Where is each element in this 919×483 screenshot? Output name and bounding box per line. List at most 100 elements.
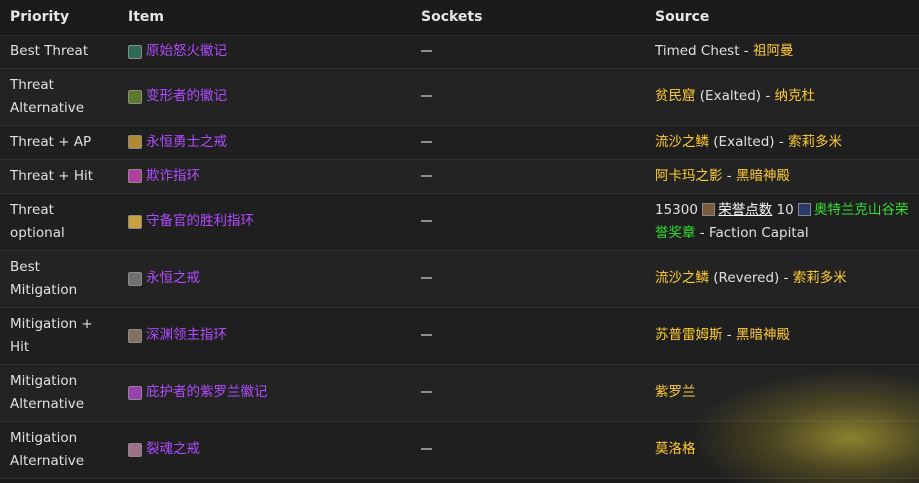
no-sockets-dash xyxy=(421,140,432,143)
item-link[interactable]: 裂魂之戒 xyxy=(146,438,200,461)
sockets-cell xyxy=(411,250,645,307)
ring-icon[interactable] xyxy=(128,328,142,343)
marks-cost: 10 xyxy=(776,201,794,218)
item-cell: 庇护者的紫罗兰徽记 xyxy=(118,364,411,421)
priority-cell: Threat + AP xyxy=(10,133,92,150)
source-cell: 贫民窟 (Exalted) - 纳克杜 xyxy=(645,68,919,125)
source-cell: 15300 荣誉点数 10 奥特兰克山谷荣誉奖章 - Faction Capit… xyxy=(645,193,919,250)
source-cell: 紫罗兰 xyxy=(645,364,919,421)
sockets-cell xyxy=(411,307,645,364)
table-row: Threat Alternative 变形者的徽记 贫民窟 (Exalted) - … xyxy=(0,68,919,125)
source-label: Timed Chest - xyxy=(655,43,753,59)
item-link[interactable]: 庇护者的紫罗兰徽记 xyxy=(146,381,268,404)
zone-link[interactable]: 索莉多米 xyxy=(793,270,847,286)
item-link[interactable]: 深渊领主指环 xyxy=(146,324,227,347)
ring-icon[interactable] xyxy=(128,214,142,229)
priority-cell: Mitigation Alternative xyxy=(10,372,85,412)
reputation-level: (Exalted) - xyxy=(709,133,788,150)
header-sockets[interactable]: Sockets xyxy=(411,0,645,36)
source-cell: 流沙之鳞 (Revered) - 索莉多米 xyxy=(645,250,919,307)
item-cell: 永恒之戒 xyxy=(118,250,411,307)
item-link[interactable]: 欺诈指环 xyxy=(146,165,200,188)
no-sockets-dash xyxy=(421,391,432,393)
item-link[interactable]: 永恒勇士之戒 xyxy=(146,131,227,154)
item-link[interactable]: 变形者的徽记 xyxy=(146,85,227,108)
zone-link[interactable]: 祖阿曼 xyxy=(753,43,794,59)
ring-icon[interactable] xyxy=(128,169,142,183)
table-row: Mitigation Alternative 庇护者的紫罗兰徽记 紫罗兰 xyxy=(0,364,919,421)
separator: - xyxy=(722,167,736,184)
trinket-icon[interactable] xyxy=(128,44,142,59)
sockets-cell xyxy=(411,35,645,68)
trinket-icon[interactable] xyxy=(128,89,142,104)
table-row: Best Mitigation 永恒之戒 流沙之鳞 (Revered) - 索莉多米 xyxy=(0,250,919,307)
zone-link[interactable]: 索莉多米 xyxy=(788,134,842,150)
no-sockets-dash xyxy=(421,174,432,177)
priority-cell: Threat + Hit xyxy=(10,167,94,184)
ring-icon[interactable] xyxy=(128,135,142,149)
item-cell: 欺诈指环 xyxy=(118,159,411,193)
item-cell: 原始怒火徽记 xyxy=(118,35,411,68)
priority-cell: Threat Alternative xyxy=(10,76,85,116)
no-sockets-dash xyxy=(421,95,432,97)
table-row: Mitigation + Hit 深渊领主指环 苏普雷姆斯 - 黑暗神殿 xyxy=(0,307,919,364)
sockets-cell xyxy=(411,159,645,193)
reputation-level: (Revered) - xyxy=(709,270,793,286)
item-cell: 裂魂之戒 xyxy=(118,421,411,478)
item-cell: 深渊领主指环 xyxy=(118,307,411,364)
boss-link[interactable]: 阿卡玛之影 xyxy=(655,168,723,184)
source-cell: 苏普雷姆斯 - 黑暗神殿 xyxy=(645,307,919,364)
table-row: Threat optional 守备官的胜利指环 15300 荣誉点数 10 奥特兰… xyxy=(0,193,919,250)
separator: - xyxy=(722,327,736,343)
table-row: Best Threat 原始怒火徽记 Timed Chest - 祖阿曼 xyxy=(0,35,919,68)
alterac-mark-icon xyxy=(798,202,812,216)
priority-cell: Best Mitigation xyxy=(10,258,78,298)
sockets-cell xyxy=(411,125,645,159)
source-link[interactable]: 莫洛格 xyxy=(655,441,696,457)
source-link[interactable]: 紫罗兰 xyxy=(655,384,696,400)
ring-icon[interactable] xyxy=(128,442,142,457)
header-source[interactable]: Source xyxy=(645,0,919,36)
item-link[interactable]: 原始怒火徽记 xyxy=(146,40,227,63)
no-sockets-dash xyxy=(421,220,432,222)
table-header-row: Priority Item Sockets Source xyxy=(0,0,919,36)
honor-cost: 15300 xyxy=(655,201,698,218)
no-sockets-dash xyxy=(421,448,432,450)
no-sockets-dash xyxy=(421,334,432,336)
source-cell: 阿卡玛之影 - 黑暗神殿 xyxy=(645,159,919,193)
honor-icon xyxy=(702,202,716,216)
faction-link[interactable]: 流沙之鳞 xyxy=(655,134,709,150)
source-cell: 莫洛格 xyxy=(645,421,919,478)
reputation-level: (Exalted) - xyxy=(695,88,775,104)
item-cell: 变形者的徽记 xyxy=(118,68,411,125)
sockets-cell xyxy=(411,193,645,250)
faction-capital-label: - Faction Capital xyxy=(695,224,809,241)
item-link[interactable]: 永恒之戒 xyxy=(146,267,200,290)
sockets-cell xyxy=(411,364,645,421)
zone-link[interactable]: 纳克杜 xyxy=(775,88,816,104)
ring-icon[interactable] xyxy=(128,271,142,286)
zone-link[interactable]: 黑暗神殿 xyxy=(736,168,790,184)
table-row: Threat + Hit 欺诈指环 阿卡玛之影 - 黑暗神殿 xyxy=(0,159,919,193)
trinket-icon[interactable] xyxy=(128,385,142,400)
source-cell: 流沙之鳞 (Exalted) - 索莉多米 xyxy=(645,125,919,159)
gear-table: Priority Item Sockets Source Best Threat… xyxy=(0,0,919,479)
header-priority[interactable]: Priority xyxy=(0,0,118,36)
priority-cell: Mitigation Alternative xyxy=(10,429,85,469)
priority-cell: Threat optional xyxy=(10,201,65,241)
no-sockets-dash xyxy=(421,277,432,279)
zone-link[interactable]: 黑暗神殿 xyxy=(736,327,790,343)
header-item[interactable]: Item xyxy=(118,0,411,36)
source-cell: Timed Chest - 祖阿曼 xyxy=(645,35,919,68)
honor-points-link[interactable]: 荣誉点数 xyxy=(718,202,772,218)
no-sockets-dash xyxy=(421,50,432,52)
table-row: Mitigation Alternative 裂魂之戒 莫洛格 xyxy=(0,421,919,478)
item-link[interactable]: 守备官的胜利指环 xyxy=(146,210,254,233)
priority-cell: Best Threat xyxy=(10,43,89,59)
priority-cell: Mitigation + Hit xyxy=(10,315,93,355)
sockets-cell xyxy=(411,421,645,478)
faction-link[interactable]: 贫民窟 xyxy=(655,88,696,104)
boss-link[interactable]: 苏普雷姆斯 xyxy=(655,327,723,343)
table-row: Threat + AP 永恒勇士之戒 流沙之鳞 (Exalted) - 索莉多米 xyxy=(0,125,919,159)
faction-link[interactable]: 流沙之鳞 xyxy=(655,270,709,286)
